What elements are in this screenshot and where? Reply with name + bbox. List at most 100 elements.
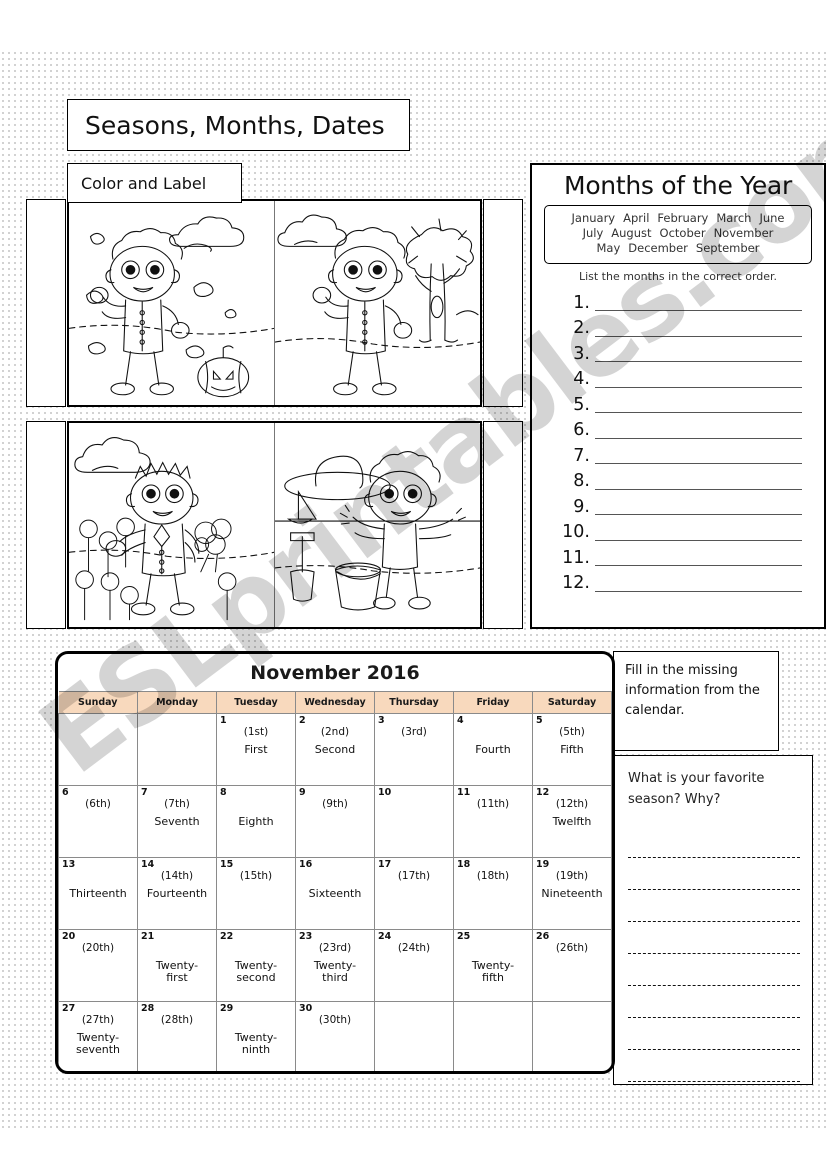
calendar-day-number: 28 xyxy=(141,1003,155,1014)
season-picture-spring[interactable] xyxy=(69,423,274,627)
months-answer-list: 1. 2. 3. 4. 5. 6. 7. 8. 9. 10. 11. 12. xyxy=(532,289,824,595)
month-answer-blank[interactable] xyxy=(595,577,802,592)
season-label-write-box-right-bottom[interactable] xyxy=(483,421,523,629)
month-answer-blank[interactable] xyxy=(595,551,802,567)
calendar-day-cell[interactable]: 10 xyxy=(374,785,454,858)
calendar-day-cell[interactable]: 9 (9th) xyxy=(295,785,375,858)
answer-writing-line[interactable] xyxy=(628,858,800,890)
calendar-day-number: 19 xyxy=(536,859,550,870)
month-answer-row[interactable]: 1. xyxy=(560,289,802,315)
calendar-day-cell[interactable] xyxy=(532,1001,612,1071)
seasons-picture-frame-top xyxy=(67,199,482,407)
calendar-day-cell[interactable] xyxy=(58,713,138,786)
calendar-day-cell[interactable]: 17 (17th) xyxy=(374,857,454,930)
answer-writing-line[interactable] xyxy=(628,986,800,1018)
month-answer-blank[interactable] xyxy=(595,322,802,337)
calendar-day-cell[interactable]: 13 Thirteenth xyxy=(58,857,138,930)
month-answer-row[interactable]: 5. xyxy=(560,391,802,417)
calendar-day-cell[interactable]: 20 (20th) xyxy=(58,929,138,1002)
calendar-day-cell[interactable]: 19 (19th) Nineteenth xyxy=(532,857,612,930)
month-answer-row[interactable]: 7. xyxy=(560,442,802,468)
calendar-day-cell[interactable]: 27 (27th) Twenty-seventh xyxy=(58,1001,138,1071)
calendar-day-cell[interactable]: 23 (23rd) Twenty-third xyxy=(295,929,375,1002)
favorite-season-question-text: What is your favorite season? Why? xyxy=(628,771,765,807)
month-answer-row[interactable]: 12. xyxy=(560,569,802,595)
calendar-day-number: 20 xyxy=(62,931,76,942)
calendar-day-cell[interactable] xyxy=(137,713,217,786)
seasons-illustrations xyxy=(26,199,523,629)
favorite-season-answer-lines[interactable] xyxy=(628,826,800,1082)
months-instruction: List the months in the correct order. xyxy=(578,269,778,283)
calendar-day-word xyxy=(375,1026,453,1044)
month-answer-row[interactable]: 10. xyxy=(560,518,802,544)
calendar-day-cell[interactable]: 30 (30th) xyxy=(295,1001,375,1071)
month-answer-row[interactable]: 11. xyxy=(560,544,802,570)
answer-writing-line[interactable] xyxy=(628,922,800,954)
answer-writing-line[interactable] xyxy=(628,890,800,922)
word-bank-month: July xyxy=(582,226,604,241)
answer-writing-line[interactable] xyxy=(628,954,800,986)
seasons-row-top xyxy=(26,199,523,407)
month-answer-blank[interactable] xyxy=(595,424,802,439)
month-answer-blank[interactable] xyxy=(595,475,802,490)
calendar-day-ordinal xyxy=(454,714,532,738)
calendar-day-cell[interactable] xyxy=(453,1001,533,1071)
season-label-write-box-right-top[interactable] xyxy=(483,199,523,407)
month-answer-row[interactable]: 8. xyxy=(560,467,802,493)
season-picture-fall[interactable] xyxy=(69,201,274,405)
month-answer-blank[interactable] xyxy=(595,373,802,388)
calendar-weekday: Wednesday xyxy=(295,691,375,714)
month-answer-blank[interactable] xyxy=(595,500,802,516)
calendar-week-row: 27 (27th) Twenty-seventh 28 (28th) 29 Twenty… xyxy=(58,1001,612,1071)
month-answer-blank[interactable] xyxy=(595,296,802,312)
month-answer-number: 11. xyxy=(562,547,590,568)
calendar-day-cell[interactable]: 7 (7th) Seventh xyxy=(137,785,217,858)
season-label-write-box-left-top[interactable] xyxy=(26,199,66,407)
calendar-day-cell[interactable]: 11 (11th) xyxy=(453,785,533,858)
calendar-day-number: 7 xyxy=(141,787,148,798)
month-answer-row[interactable]: 9. xyxy=(560,493,802,519)
answer-writing-line[interactable] xyxy=(628,1050,800,1082)
calendar-day-cell[interactable]: 5 (5th) Fifth xyxy=(532,713,612,786)
calendar-day-word: Fourth xyxy=(475,743,511,756)
month-answer-blank[interactable] xyxy=(595,449,802,465)
answer-writing-line[interactable] xyxy=(628,826,800,858)
calendar-day-cell[interactable]: 22 Twenty-second xyxy=(216,929,296,1002)
month-answer-row[interactable]: 3. xyxy=(560,340,802,366)
calendar-day-word xyxy=(59,810,137,828)
calendar-day-cell[interactable]: 15 (15th) xyxy=(216,857,296,930)
season-label-write-box-left-bottom[interactable] xyxy=(26,421,66,629)
calendar-day-word: Nineteenth xyxy=(541,887,603,900)
month-answer-blank[interactable] xyxy=(595,347,802,363)
calendar-day-cell[interactable]: 14 (14th) Fourteenth xyxy=(137,857,217,930)
month-answer-number: 4. xyxy=(573,369,590,390)
answer-writing-line[interactable] xyxy=(628,1018,800,1050)
calendar-day-cell[interactable]: 2 (2nd) Second xyxy=(295,713,375,786)
calendar-day-cell[interactable]: 8 Eighth xyxy=(216,785,296,858)
calendar-day-cell[interactable]: 16 Sixteenth xyxy=(295,857,375,930)
calendar-day-cell[interactable]: 25 Twenty-fifth xyxy=(453,929,533,1002)
calendar-day-cell[interactable]: 3 (3rd) xyxy=(374,713,454,786)
calendar-day-cell[interactable]: 4 Fourth xyxy=(453,713,533,786)
calendar-day-cell[interactable] xyxy=(374,1001,454,1071)
seasons-picture-frame-bottom xyxy=(67,421,482,629)
calendar-day-word xyxy=(138,1026,216,1044)
month-answer-row[interactable]: 6. xyxy=(560,416,802,442)
month-answer-blank[interactable] xyxy=(595,398,802,414)
month-answer-blank[interactable] xyxy=(595,526,802,541)
calendar-day-cell[interactable]: 18 (18th) xyxy=(453,857,533,930)
season-picture-autumn-tree[interactable] xyxy=(274,201,480,405)
calendar-day-cell[interactable]: 26 (26th) xyxy=(532,929,612,1002)
month-answer-row[interactable]: 4. xyxy=(560,365,802,391)
season-picture-summer-beach[interactable] xyxy=(274,423,480,627)
calendar-day-cell[interactable]: 28 (28th) xyxy=(137,1001,217,1071)
calendar-day-cell[interactable]: 21 Twenty-first xyxy=(137,929,217,1002)
calendar-day-cell[interactable]: 12 (12th) Twelfth xyxy=(532,785,612,858)
calendar-day-cell[interactable]: 6 (6th) xyxy=(58,785,138,858)
calendar-day-cell[interactable]: 29 Twenty-ninth xyxy=(216,1001,296,1071)
month-answer-row[interactable]: 2. xyxy=(560,314,802,340)
calendar-weekday-header: Sunday Monday Tuesday Wednesday Thursday Frid… xyxy=(58,691,612,714)
calendar-day-cell[interactable]: 24 (24th) xyxy=(374,929,454,1002)
calendar-day-cell[interactable]: 1 (1st) First xyxy=(216,713,296,786)
calendar-day-number: 11 xyxy=(457,787,471,798)
